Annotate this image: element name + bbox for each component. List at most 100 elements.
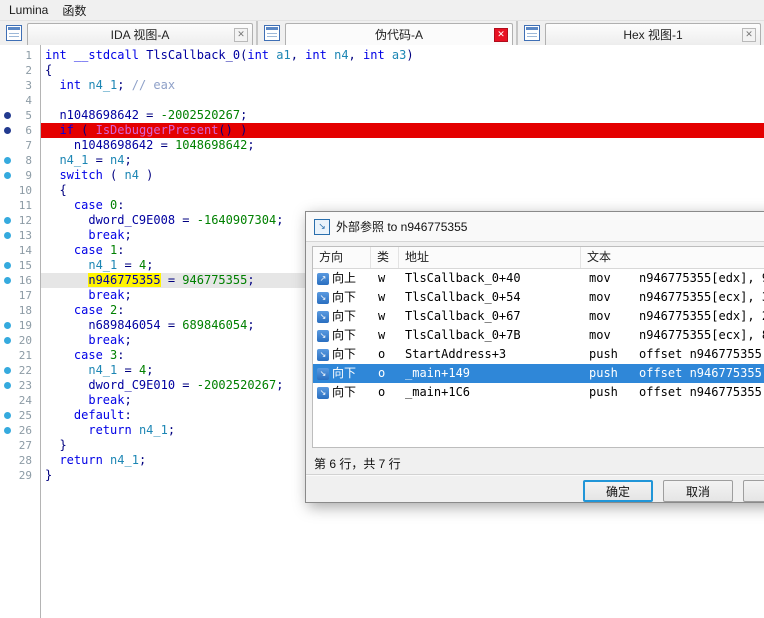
xref-row[interactable]: ↗向上wTlsCallback_0+40movn946775355[edx], … [313,269,764,288]
pane-3: Hex 视图-1✕ [518,21,764,45]
column-header-3[interactable]: 地址 [399,247,581,268]
xref-row[interactable]: ↘向下o_main+149pushoffset n946775355; p_n9 [313,364,764,383]
tab-1[interactable]: IDA 视图-A✕ [27,23,253,45]
xref-row[interactable]: ↘向下o_main+1C6pushoffset n946775355; p_n9 [313,383,764,402]
xref-mnemonic: mov [581,326,639,345]
xref-dialog-icon: ↘ [314,219,330,235]
code-line[interactable]: 2{ [0,63,764,78]
code-text: n1048698642 = 1048698642; [41,138,764,153]
xref-operands: n946775355[edx], 291E3 [639,307,764,326]
xref-address: StartAddress+3 [399,345,581,364]
xref-mnemonic: push [581,383,639,402]
line-number: 2 [0,63,41,78]
dialog-title: 外部参照 to n946775355 [336,218,467,235]
code-line[interactable]: 4 [0,93,764,108]
menu-item-2[interactable]: 函数 [55,0,93,21]
line-number: 24 [0,393,41,408]
line-number: 22 [0,363,41,378]
xref-operands: offset n946775355; p_n9 [639,383,764,402]
xref-type: o [371,383,399,402]
column-header-2[interactable]: 类 [371,247,399,268]
code-text: int __stdcall TlsCallback_0(int a1, int … [41,48,764,63]
column-header-4[interactable]: 文本 [581,247,764,268]
xref-operands: offset n946775355; p_n9 [639,364,764,383]
pane-1: IDA 视图-A✕ [0,21,258,45]
xref-direction-icon: ↘ [317,292,329,304]
direction-label: 向下 [332,326,356,345]
partial-button[interactable] [743,480,764,502]
line-number: 23 [0,378,41,393]
line-number: 29 [0,468,41,483]
xref-direction-icon: ↘ [317,330,329,342]
nav-dot-icon [4,232,11,239]
xref-direction-icon: ↘ [317,387,329,399]
line-number: 21 [0,348,41,363]
xref-type: w [371,269,399,288]
xref-operands: n946775355[ecx], 88A3F7 [639,326,764,345]
pane-2: 伪代码-A✕ [258,21,518,45]
xref-mnemonic: mov [581,288,639,307]
nav-dot-icon [4,277,11,284]
tab-strip: IDA 视图-A✕ 伪代码-A✕ Hex 视图-1✕ [0,21,764,46]
xref-mnemonic: mov [581,307,639,326]
xref-address: TlsCallback_0+54 [399,288,581,307]
xref-type: w [371,307,399,326]
ok-button[interactable]: 确定 [583,480,653,502]
nav-dot-icon [4,337,11,344]
line-number: 18 [0,303,41,318]
cancel-button[interactable]: 取消 [663,480,733,502]
direction-label: 向下 [332,307,356,326]
line-number: 11 [0,198,41,213]
code-line[interactable]: 1int __stdcall TlsCallback_0(int a1, int… [0,48,764,63]
close-icon[interactable]: ✕ [494,28,508,42]
direction-label: 向下 [332,345,356,364]
xref-table: 方向类地址文本 ↗向上wTlsCallback_0+40movn94677535… [312,246,764,448]
code-line[interactable]: 10 { [0,183,764,198]
xref-row[interactable]: ↘向下wTlsCallback_0+54movn946775355[ecx], … [313,288,764,307]
line-number: 5 [0,108,41,123]
nav-dot-icon [4,322,11,329]
code-text: { [41,63,764,78]
tab-2[interactable]: 伪代码-A✕ [285,23,513,45]
xref-mnemonic: push [581,364,639,383]
menu-item-1[interactable]: Lumina [2,1,55,19]
code-text: n1048698642 = -2002520267; [41,108,764,123]
xref-address: TlsCallback_0+67 [399,307,581,326]
line-number: 8 [0,153,41,168]
code-line[interactable]: 9 switch ( n4 ) [0,168,764,183]
xref-table-body: ↗向上wTlsCallback_0+40movn946775355[edx], … [313,269,764,402]
line-number: 12 [0,213,41,228]
code-line[interactable]: 8 n4_1 = n4; [0,153,764,168]
xref-row[interactable]: ↘向下 wTlsCallback_0+67movn946775355[edx], … [313,307,764,326]
code-line[interactable]: 6 if ( IsDebuggerPresent() ) [0,123,764,138]
code-line[interactable]: 5 n1048698642 = -2002520267; [0,108,764,123]
xref-row[interactable]: ↘向下wTlsCallback_0+7Bmovn946775355[ecx], … [313,326,764,345]
nav-dot-icon [4,112,11,119]
code-text: int n4_1; // eax [41,78,764,93]
xref-mnemonic: push [581,345,639,364]
xref-operands: n946775355[edx], 9E31B [639,269,764,288]
xref-direction-icon: ↘ [317,311,329,323]
tab-3[interactable]: Hex 视图-1✕ [545,23,761,45]
code-line[interactable]: 7 n1048698642 = 1048698642; [0,138,764,153]
pseudocode-icon [264,25,280,41]
xref-type: w [371,288,399,307]
line-number: 25 [0,408,41,423]
nav-dot-icon [4,172,11,179]
xref-row[interactable]: ↘向下oStartAddress+3pushoffset n946775355;… [313,345,764,364]
column-header-1[interactable]: 方向 [313,247,371,268]
code-line[interactable]: 3 int n4_1; // eax [0,78,764,93]
hex-view-icon [524,25,540,41]
line-number: 13 [0,228,41,243]
dialog-titlebar[interactable]: ↘ 外部参照 to n946775355 [306,212,764,242]
code-text: if ( IsDebuggerPresent() ) [41,123,764,138]
close-icon[interactable]: ✕ [234,28,248,42]
code-text: { [41,183,764,198]
line-number: 14 [0,243,41,258]
direction-label: 向下 [332,288,356,307]
close-icon[interactable]: ✕ [742,28,756,42]
code-text: n4_1 = n4; [41,153,764,168]
xref-dialog: ↘ 外部参照 to n946775355 方向类地址文本 ↗向上wTlsCall… [305,211,764,503]
dialog-separator [306,474,764,476]
nav-dot-icon [4,382,11,389]
